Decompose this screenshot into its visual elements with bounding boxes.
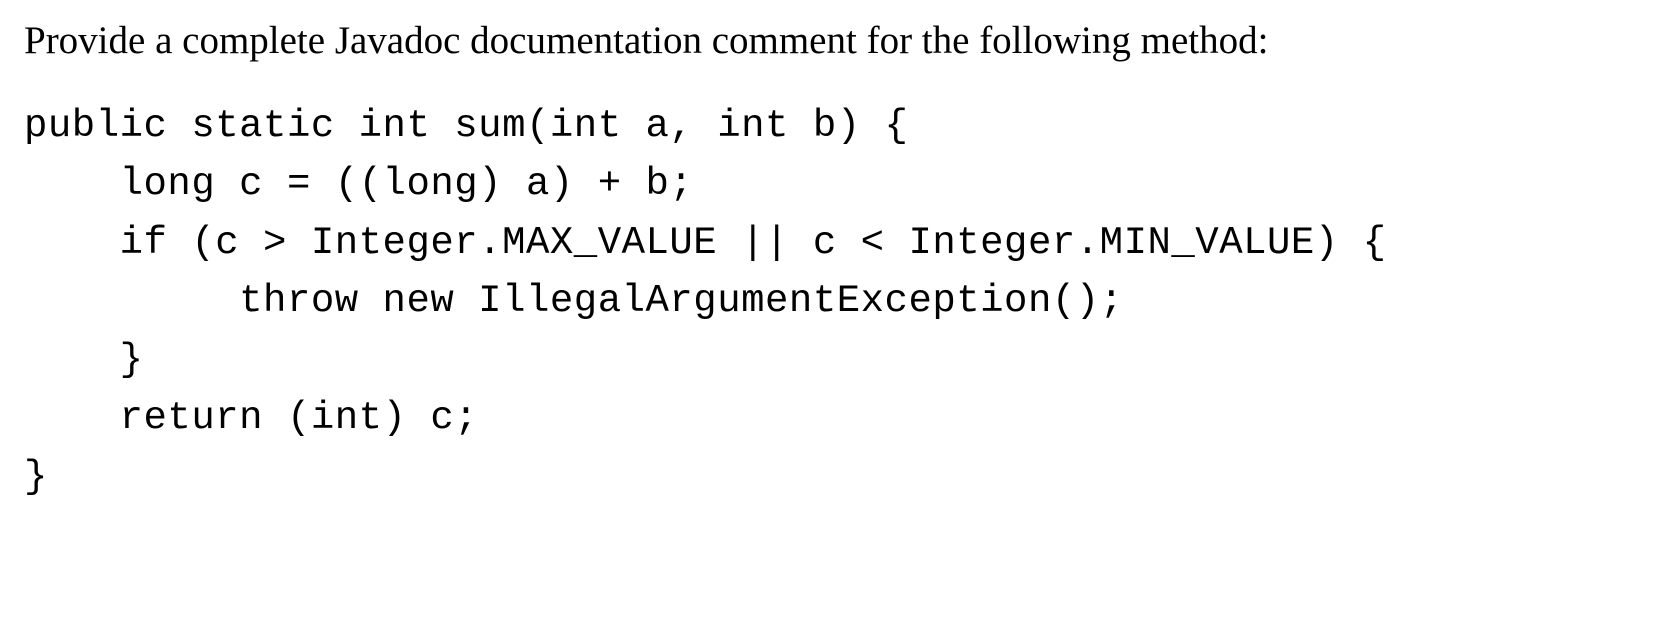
document-page: Provide a complete Javadoc documentation… (0, 0, 1672, 524)
code-line: return (int) c; (24, 396, 478, 440)
code-line: public static int sum(int a, int b) { (24, 104, 908, 148)
code-line: if (c > Integer.MAX_VALUE || c < Integer… (24, 221, 1387, 265)
code-line: long c = ((long) a) + b; (24, 162, 693, 206)
prompt-text: Provide a complete Javadoc documentation… (24, 18, 1648, 65)
code-line: } (24, 338, 144, 382)
code-line: throw new IllegalArgumentException(); (24, 279, 1124, 323)
code-block: public static int sum(int a, int b) { lo… (24, 97, 1648, 507)
code-line: } (24, 455, 48, 499)
